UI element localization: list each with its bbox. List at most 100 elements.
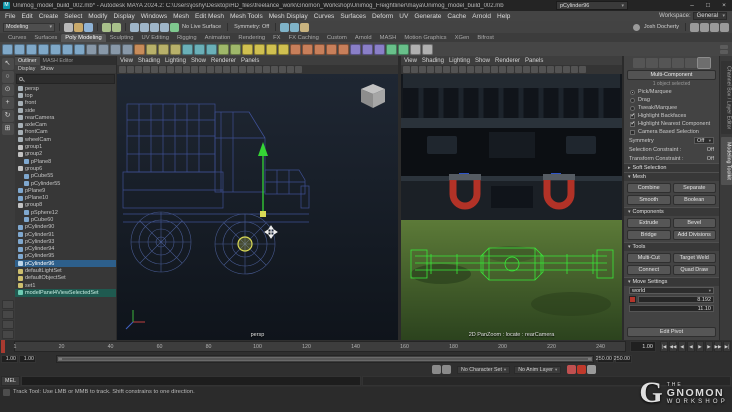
open-scene-icon[interactable] — [74, 22, 83, 32]
playback-end-field[interactable]: 250.00 — [596, 354, 614, 363]
anim-layer-dropdown[interactable]: No Anim Layer — [514, 365, 562, 374]
current-time-indicator[interactable] — [1, 340, 5, 353]
time-slider[interactable]: 1 20 40 60 80 100 120 140 160 180 200 220 240 — [14, 341, 626, 352]
outliner-item[interactable]: group1 — [15, 143, 116, 150]
shelf-tab[interactable]: Custom — [323, 34, 351, 42]
menu-item[interactable]: Edit — [18, 13, 35, 20]
toolkit-option[interactable]: Highlight Backfaces — [624, 112, 719, 120]
scale-tool-icon[interactable]: ⊞ — [1, 123, 14, 135]
select-tool-icon[interactable]: ↖ — [1, 58, 14, 70]
shelf-menu-button[interactable] — [720, 44, 730, 54]
checkbox[interactable] — [630, 89, 635, 95]
sidebar-vertical-tab[interactable]: Channel Box / Layer Editor — [720, 61, 732, 135]
component-command-button[interactable]: Add Divisions — [672, 230, 716, 240]
outliner-item[interactable]: side — [15, 107, 116, 114]
step-back-frame-button[interactable]: ◀◀ — [669, 341, 677, 352]
outliner-item[interactable]: group6 — [15, 165, 116, 172]
outliner-item[interactable]: defaultLightSet — [15, 267, 116, 274]
shelf-tab[interactable]: FX — [269, 34, 284, 42]
shelf-tab[interactable]: Surfaces — [30, 34, 61, 42]
outliner-menu-item[interactable]: Show — [40, 66, 53, 72]
lasso-tool-icon[interactable]: ○ — [1, 71, 14, 83]
shelf-tab[interactable]: Rendering — [234, 34, 269, 42]
color-swatch[interactable] — [629, 296, 636, 303]
outliner-item[interactable]: pPlane9 — [15, 187, 116, 194]
target-weld-icon[interactable] — [398, 43, 409, 55]
component-command-button[interactable]: Extrude — [627, 218, 671, 228]
outliner-item[interactable]: pPlane8 — [15, 158, 116, 165]
attribute-editor-toggle-icon[interactable] — [690, 22, 699, 32]
poly-platonic-icon[interactable] — [110, 43, 121, 55]
checkbox[interactable] — [630, 105, 635, 111]
poly-torus-icon[interactable] — [50, 43, 61, 55]
outliner-item[interactable]: pCylinder93 — [15, 238, 116, 245]
mesh-command-button[interactable]: Smooth — [627, 195, 671, 205]
frame-selection-icon[interactable] — [239, 66, 246, 73]
edge-mode-icon[interactable] — [659, 58, 671, 68]
snap-to-plane-icon[interactable] — [160, 22, 169, 32]
lock-camera-icon[interactable] — [127, 66, 134, 73]
2d-pan-zoom-icon[interactable] — [159, 66, 166, 73]
poly-sphere-icon[interactable] — [2, 43, 13, 55]
frame-all-icon[interactable] — [515, 66, 522, 73]
wireframe-on-shaded-icon[interactable] — [295, 66, 302, 73]
vertex-mode-icon[interactable] — [646, 58, 658, 68]
move-value-field-2[interactable]: 11.10 — [629, 305, 714, 312]
grid-display-icon[interactable] — [175, 66, 182, 73]
field-chart-icon[interactable] — [491, 66, 498, 73]
center-pivot-icon[interactable] — [410, 43, 421, 55]
character-set-dropdown[interactable]: No Character Set — [457, 365, 511, 374]
poly-cube-icon[interactable] — [14, 43, 25, 55]
rear-camera-viewport-canvas[interactable]: 2D PanZoom : locate : rearCamera — [401, 74, 622, 340]
select-camera-icon[interactable] — [119, 66, 126, 73]
account-button[interactable]: Josh Docherty — [632, 23, 681, 31]
grease-pencil-icon[interactable] — [451, 66, 458, 73]
shelf-tab[interactable]: MASH — [376, 34, 401, 42]
outliner-item[interactable]: top — [15, 92, 116, 99]
viewport-menu-item[interactable]: Shading — [422, 58, 444, 64]
outliner-item[interactable]: pCube55 — [15, 173, 116, 180]
object-mode-icon[interactable] — [633, 58, 645, 68]
outliner-item[interactable]: pCylinder90 — [15, 224, 116, 231]
poly-super-ellipse-icon[interactable] — [122, 43, 133, 55]
shelf-tab[interactable]: Poly Modeling — [61, 34, 106, 42]
snap-to-point-icon[interactable] — [150, 22, 159, 32]
auto-key-icon[interactable] — [577, 365, 587, 374]
connect-icon[interactable] — [254, 43, 265, 55]
bevel-icon[interactable] — [302, 43, 313, 55]
frame-selection-icon[interactable] — [523, 66, 530, 73]
reduce-icon[interactable] — [230, 43, 241, 55]
outliner-item[interactable]: group8 — [15, 202, 116, 209]
anim-preferences-icon[interactable] — [587, 365, 597, 374]
modeling-toolkit-toggle-icon[interactable] — [720, 22, 729, 32]
axis-orientation-dropdown[interactable]: world — [629, 287, 714, 294]
character-set-icon[interactable] — [442, 365, 451, 374]
go-to-end-button[interactable]: ▶| — [723, 341, 731, 352]
toolkit-option[interactable]: Pick/Marquee — [624, 88, 719, 96]
boolean-difference-icon[interactable] — [194, 43, 205, 55]
outliner-item[interactable]: pCylinder91 — [15, 231, 116, 238]
isolate-select-icon[interactable] — [563, 66, 570, 73]
wireframe-on-shaded-icon[interactable] — [579, 66, 586, 73]
menu-item[interactable]: Cache — [444, 13, 469, 20]
menu-item[interactable]: Mesh Tools — [227, 13, 266, 20]
range-slider-track[interactable] — [56, 354, 594, 363]
menu-item[interactable]: Deform — [369, 13, 396, 20]
insert-edge-loop-icon[interactable] — [266, 43, 277, 55]
shelf-tab[interactable]: Curves — [4, 34, 30, 42]
viewport-menu-item[interactable]: Show — [475, 58, 490, 64]
toolkit-option[interactable]: Camera Based Selection — [624, 128, 719, 136]
mel-language-button[interactable]: MEL — [1, 376, 20, 386]
menu-item[interactable]: Mesh — [170, 13, 192, 20]
redo-icon[interactable] — [112, 22, 121, 32]
outliner-item[interactable]: pCube60 — [15, 216, 116, 223]
viewport-menu-item[interactable]: Shading — [138, 58, 160, 64]
shelf-tab[interactable]: Motion Graphics — [400, 34, 450, 42]
bookmarks-icon[interactable] — [143, 66, 150, 73]
set-key-icon[interactable] — [567, 365, 577, 374]
persp-uv-layout-icon[interactable] — [1, 330, 14, 339]
outliner-item[interactable]: wheelCam — [15, 136, 116, 143]
rotate-tool-icon[interactable]: ↻ — [1, 110, 14, 122]
render-settings-icon[interactable] — [300, 22, 310, 32]
menu-item[interactable]: Surfaces — [337, 13, 369, 20]
